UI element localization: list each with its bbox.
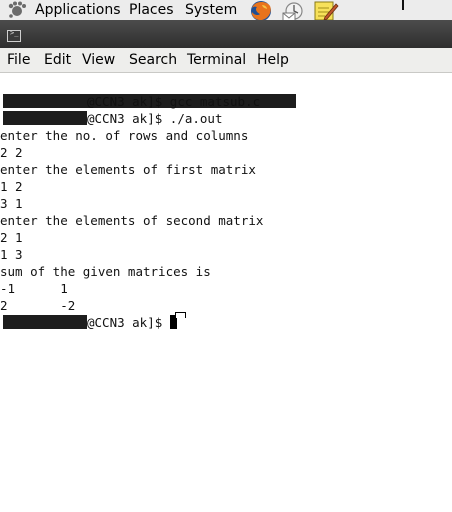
mail-icon[interactable] bbox=[281, 0, 307, 22]
terminal-line: enter the elements of first matrix bbox=[0, 162, 256, 177]
menu-terminal[interactable]: Terminal bbox=[187, 52, 246, 69]
applications-foot-icon[interactable] bbox=[6, 0, 28, 20]
redacted-username bbox=[3, 111, 87, 125]
terminal-line: -1 1 bbox=[0, 281, 68, 296]
menu-system[interactable]: System bbox=[185, 1, 237, 19]
terminal-line: enter the no. of rows and columns bbox=[0, 128, 249, 143]
menu-file[interactable]: File bbox=[7, 52, 30, 69]
terminal-window-icon[interactable]: >_ bbox=[7, 29, 21, 42]
menu-view[interactable]: View bbox=[82, 52, 115, 69]
redacted-username bbox=[3, 315, 87, 329]
command-text: gcc matsub.c bbox=[169, 94, 261, 109]
window-title-bar[interactable]: >_ bbox=[0, 20, 452, 48]
terminal-line: 2 2 bbox=[0, 145, 23, 160]
terminal-line: sum of the given matrices is bbox=[0, 264, 211, 279]
menu-applications[interactable]: Applications bbox=[35, 1, 121, 19]
command-text: ./a.out bbox=[169, 111, 223, 126]
menu-places[interactable]: Places bbox=[129, 1, 174, 19]
menu-edit[interactable]: Edit bbox=[44, 52, 71, 69]
notes-icon[interactable] bbox=[313, 0, 339, 22]
terminal-line: @CCN3 ak]$ ./a.out bbox=[0, 110, 222, 127]
terminal-line: 1 3 bbox=[0, 247, 23, 262]
top-panel: Applications Places System bbox=[0, 0, 452, 22]
terminal-output[interactable]: @CCN3 ak]$ gcc matsub.c @CCN3 ak]$ ./a.o… bbox=[0, 73, 452, 512]
firefox-icon[interactable] bbox=[248, 0, 274, 22]
menu-search[interactable]: Search bbox=[129, 52, 177, 69]
terminal-line: @CCN3 ak]$ gcc matsub.c bbox=[0, 93, 260, 110]
menu-help[interactable]: Help bbox=[257, 52, 289, 69]
prompt-text: @CCN3 ak]$ bbox=[87, 315, 170, 330]
redacted-previous-line bbox=[0, 76, 297, 108]
terminal-line: 2 1 bbox=[0, 230, 23, 245]
prompt-text: @CCN3 ak]$ bbox=[87, 94, 170, 109]
cursor-marker bbox=[175, 312, 186, 318]
redacted-username bbox=[3, 94, 87, 108]
terminal-line: 1 2 bbox=[0, 179, 23, 194]
terminal-line: 3 1 bbox=[0, 196, 23, 211]
terminal-line: 2 -2 bbox=[0, 298, 76, 313]
tray-indicator bbox=[402, 0, 404, 10]
prompt-text: @CCN3 ak]$ bbox=[87, 111, 170, 126]
terminal-prompt-line: @CCN3 ak]$ bbox=[0, 314, 177, 331]
window-menubar: File Edit View Search Terminal Help bbox=[0, 48, 452, 73]
terminal-line: enter the elements of second matrix bbox=[0, 213, 264, 228]
